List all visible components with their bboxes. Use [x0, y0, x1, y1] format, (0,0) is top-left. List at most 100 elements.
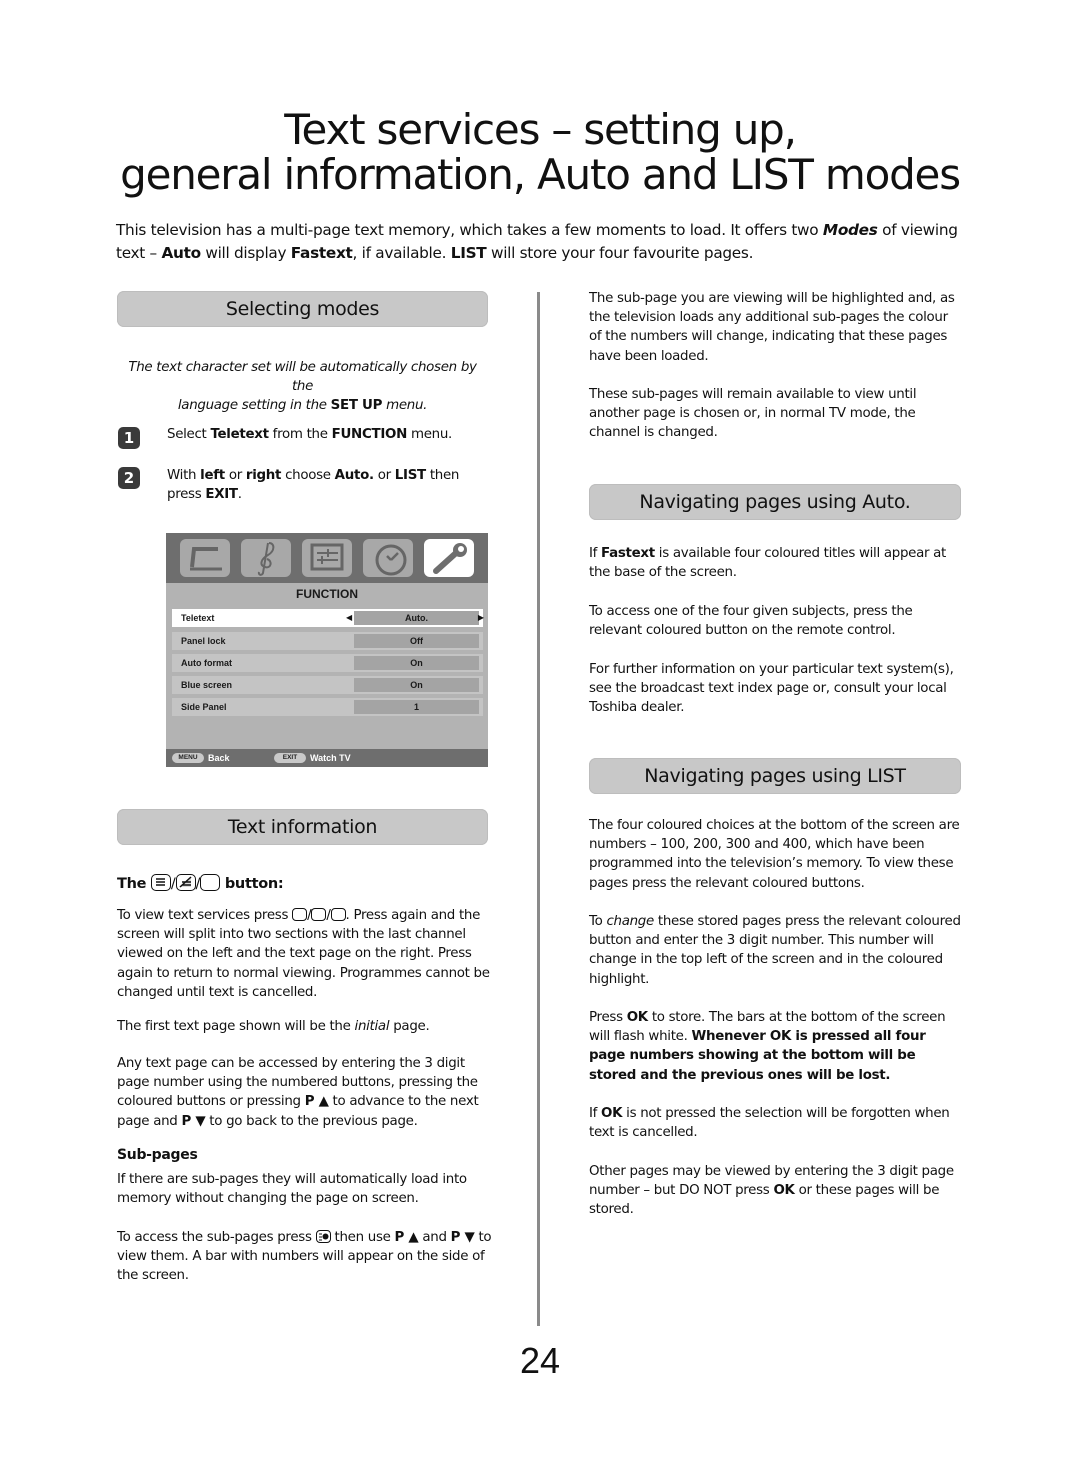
subpages-paragraph-2: To access the sub-pages press then use P… [117, 1228, 492, 1286]
list-paragraph-1: The four coloured choices at the bottom … [589, 818, 960, 891]
arrow-right-icon[interactable]: ▶ [478, 613, 484, 623]
section-heading-navigating-auto: Navigating pages using Auto. [589, 484, 961, 520]
subpage-availability-paragraph: These sub-pages will remain available to… [589, 387, 917, 441]
text-button-heading: The / / button: [117, 874, 284, 892]
step-text: or [373, 468, 395, 483]
step-number-1: 1 [118, 427, 140, 449]
tv-function-menu: FUNCTION Teletext ◀ Auto. ▶ Panel lock O… [166, 533, 488, 767]
clock-timer-icon[interactable] [363, 539, 413, 577]
note-text: The text character set will be automatic… [128, 360, 477, 395]
menu-row-label: Auto format [181, 658, 232, 668]
menu-row-panel-lock[interactable]: Panel lock Off [172, 632, 483, 650]
bold-fastext: Fastext [601, 546, 655, 561]
column-divider [537, 292, 540, 1326]
intro-text: , if available. [352, 244, 451, 262]
step-text: . [237, 487, 242, 503]
intro-text: will display [200, 244, 291, 262]
note-text: language setting in the [177, 398, 331, 414]
italic-change: change [606, 914, 654, 929]
settings-sliders-icon[interactable] [302, 539, 352, 577]
tv-button-icon [200, 874, 221, 891]
heading-text: button: [220, 876, 284, 892]
auto-paragraph-1: If Fastext is available four coloured ti… [589, 544, 964, 582]
bold-ok: OK [601, 1106, 623, 1121]
step-text: choose [281, 468, 335, 483]
menu-key-badge[interactable]: MENU [172, 753, 204, 763]
menu-row-auto-format[interactable]: Auto format On [172, 654, 483, 672]
text-info-paragraph-2: The first text page shown will be the in… [117, 1017, 492, 1036]
menu-row-value[interactable]: Auto. [354, 611, 479, 625]
paragraph-text: page. [389, 1019, 430, 1034]
text-info-paragraph-1: To view text services press / /. Press ag… [117, 908, 490, 1000]
step-text: from the [268, 427, 332, 442]
paragraph-text: then use [330, 1230, 395, 1245]
menu-row-value[interactable]: Off [354, 634, 479, 648]
menu-row-value[interactable]: On [354, 678, 479, 692]
step-bold: Auto. [334, 468, 374, 483]
auto-paragraph-3: For further information on your particul… [589, 662, 954, 716]
step-bold: LIST [394, 468, 426, 483]
subpage-button-icon [315, 1230, 331, 1243]
paragraph-text: If [589, 546, 602, 561]
step-bold: left [200, 468, 225, 483]
paragraph-text: and [418, 1230, 451, 1245]
step-number-2: 2 [118, 467, 140, 489]
intro-bold-fastext: Fastext [290, 244, 353, 262]
back-label: Back [208, 753, 230, 763]
section-heading-text-information: Text information [117, 809, 488, 845]
menu-row-side-panel[interactable]: Side Panel 1 [172, 698, 483, 716]
wrench-function-icon[interactable] [424, 539, 474, 577]
menu-row-value[interactable]: 1 [354, 700, 479, 714]
section-heading-selecting-modes: Selecting modes [117, 291, 488, 327]
paragraph-text: To access the sub-pages press [117, 1230, 316, 1245]
menu-icon-bar [166, 533, 488, 583]
menu-row-value[interactable]: On [354, 656, 479, 670]
intro-text: will store your four favourite pages. [486, 244, 754, 262]
list-paragraph-4: If OK is not pressed the selection will … [589, 1104, 964, 1142]
menu-title: FUNCTION [296, 587, 358, 601]
p-down-key: P ▼ [450, 1230, 475, 1245]
paragraph-text: If [589, 1106, 602, 1121]
intro-paragraph: This television has a multi-page text me… [116, 219, 966, 265]
auto-paragraph-2: To access one of the four given subjects… [589, 604, 913, 639]
bold-ok: OK [626, 1010, 648, 1025]
step-bold: EXIT [205, 487, 238, 503]
step-text: Select [167, 427, 211, 442]
note-text: menu. [382, 398, 428, 414]
menu-row-label: Panel lock [181, 636, 226, 646]
bold-ok: OK [773, 1183, 795, 1199]
menu-row-blue-screen[interactable]: Blue screen On [172, 676, 483, 694]
paragraph-text: To view text services press [117, 908, 293, 923]
menu-row-label: Side Panel [181, 702, 227, 712]
p-up-key: P ▲ [394, 1230, 419, 1245]
subpages-paragraph-1: If there are sub-pages they will automat… [117, 1172, 467, 1207]
intro-bold-modes: Modes [822, 221, 878, 239]
step-bold: FUNCTION [331, 427, 408, 442]
list-paragraph-5: Other pages may be viewed by entering th… [589, 1162, 964, 1220]
arrow-left-icon[interactable]: ◀ [346, 613, 352, 623]
page-number: 24 [519, 1340, 561, 1381]
italic-initial: initial [354, 1019, 390, 1034]
exit-key-badge[interactable]: EXIT [274, 753, 306, 763]
list-paragraph-3: Press OK to store. The bars at the botto… [589, 1008, 964, 1085]
paragraph-text: Press [589, 1010, 627, 1025]
menu-row-label: Blue screen [181, 680, 233, 690]
text-button-icon [292, 908, 308, 921]
step-text: menu. [407, 427, 452, 442]
heading-text: The [117, 876, 151, 892]
tv-picture-icon[interactable] [180, 539, 230, 577]
menu-row-teletext[interactable]: Teletext ◀ Auto. ▶ [172, 609, 484, 627]
watch-tv-label: Watch TV [310, 753, 351, 763]
p-up-key: P ▲ [304, 1094, 329, 1110]
step-bold: Teletext [210, 427, 269, 442]
text-button-icon [150, 874, 171, 891]
step-1-text: Select Teletext from the FUNCTION menu. [167, 425, 492, 444]
tv-button-icon [330, 908, 346, 921]
section-heading-navigating-list: Navigating pages using LIST [589, 758, 961, 794]
music-sound-icon[interactable] [241, 539, 291, 577]
paragraph-text: to go back to the previous page. [205, 1113, 418, 1129]
menu-row-label: Teletext [181, 613, 215, 623]
note-bold-setup: SET UP [330, 398, 383, 414]
intro-text: This television has a multi-page text me… [116, 221, 823, 239]
character-set-note: The text character set will be automatic… [117, 358, 488, 416]
